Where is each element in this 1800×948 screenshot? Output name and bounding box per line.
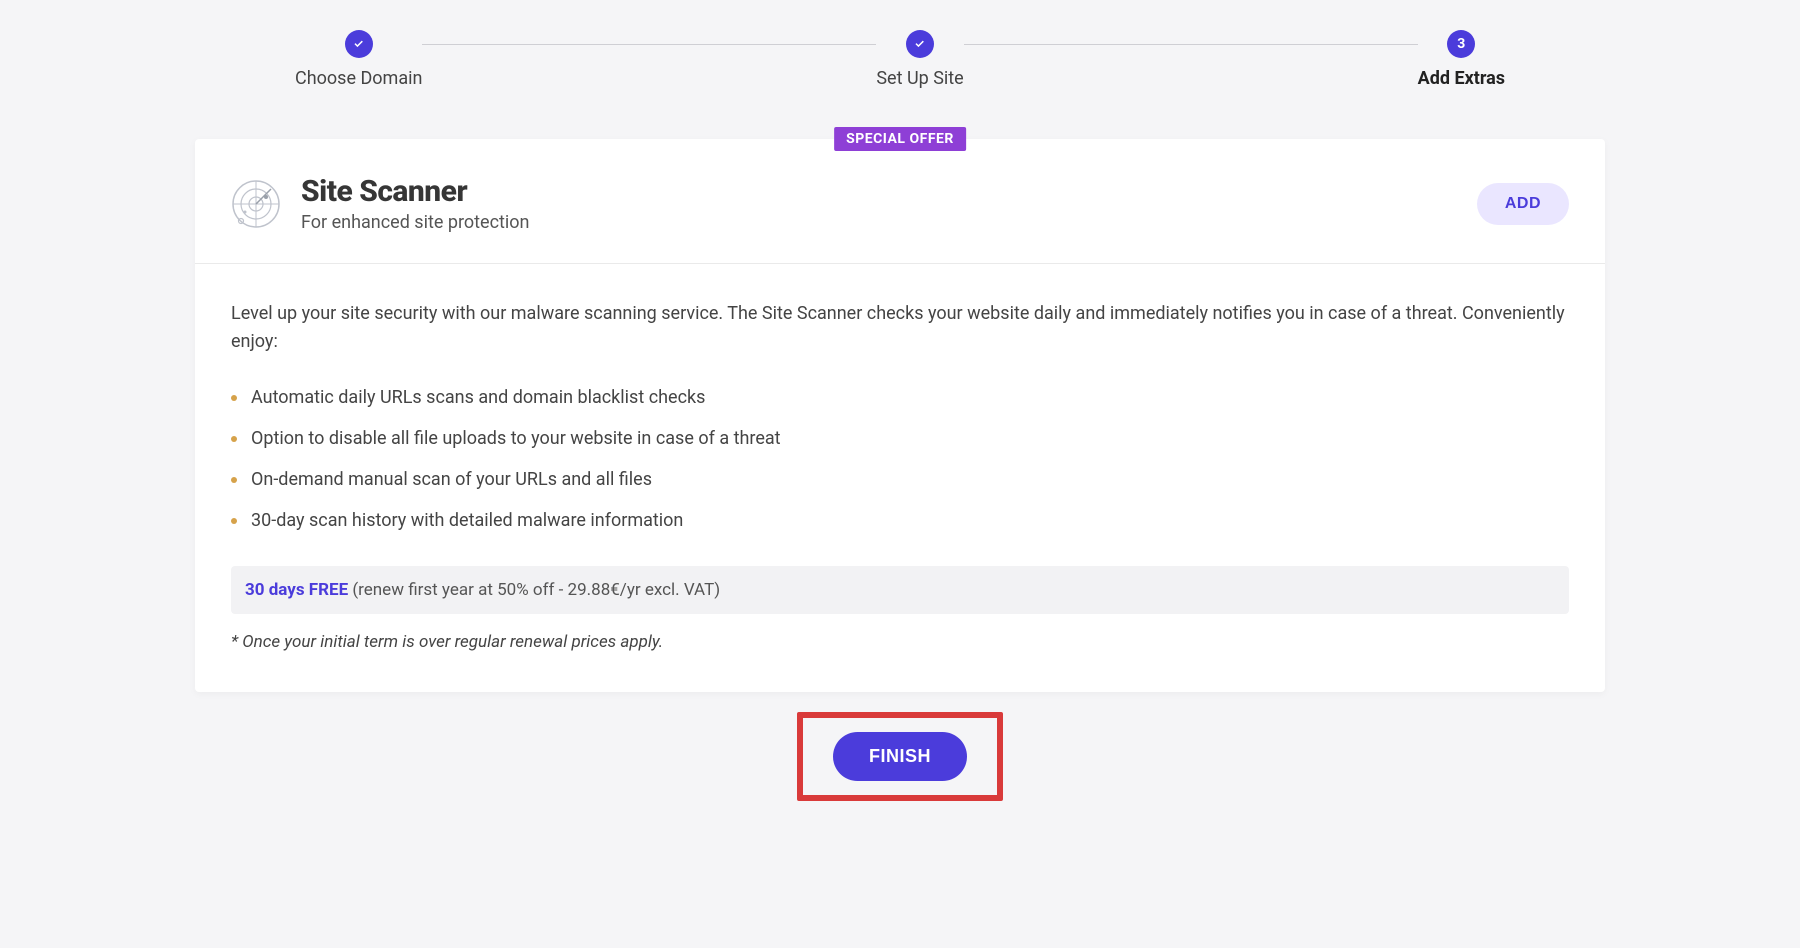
step-add-extras[interactable]: 3 Add Extras xyxy=(1418,30,1505,89)
feature-item: On-demand manual scan of your URLs and a… xyxy=(231,466,1569,493)
step-set-up-site[interactable]: Set Up Site xyxy=(876,30,963,89)
finish-highlight-annotation: FINISH xyxy=(797,712,1003,801)
feature-item: Automatic daily URLs scans and domain bl… xyxy=(231,384,1569,411)
check-icon xyxy=(906,30,934,58)
price-bar: 30 days FREE (renew first year at 50% of… xyxy=(231,566,1569,614)
card-body: Level up your site security with our mal… xyxy=(195,264,1605,692)
site-scanner-card: Site Scanner For enhanced site protectio… xyxy=(195,139,1605,692)
step-choose-domain[interactable]: Choose Domain xyxy=(295,30,422,89)
step-connector xyxy=(422,44,876,45)
card-header: Site Scanner For enhanced site protectio… xyxy=(195,139,1605,264)
add-button[interactable]: ADD xyxy=(1477,183,1569,225)
feature-item: Option to disable all file uploads to yo… xyxy=(231,425,1569,452)
step-label: Set Up Site xyxy=(876,68,963,89)
feature-item: 30-day scan history with detailed malwar… xyxy=(231,507,1569,534)
step-number-badge: 3 xyxy=(1447,30,1475,58)
step-connector xyxy=(964,44,1418,45)
offer-subtitle: For enhanced site protection xyxy=(301,212,1477,233)
renewal-footnote: * Once your initial term is over regular… xyxy=(231,632,1569,652)
special-offer-badge: SPECIAL OFFER xyxy=(834,127,966,151)
price-details: (renew first year at 50% off - 29.88€/yr… xyxy=(348,580,720,600)
step-label: Choose Domain xyxy=(295,68,422,89)
step-label: Add Extras xyxy=(1418,68,1505,89)
feature-list: Automatic daily URLs scans and domain bl… xyxy=(231,384,1569,534)
offer-intro: Level up your site security with our mal… xyxy=(231,300,1569,356)
scanner-radar-icon xyxy=(231,179,281,229)
finish-button[interactable]: FINISH xyxy=(833,732,967,781)
price-free-highlight: 30 days FREE xyxy=(245,580,348,600)
check-icon xyxy=(345,30,373,58)
offer-title: Site Scanner xyxy=(301,175,1477,208)
progress-stepper: Choose Domain Set Up Site 3 Add Extras xyxy=(195,30,1605,89)
